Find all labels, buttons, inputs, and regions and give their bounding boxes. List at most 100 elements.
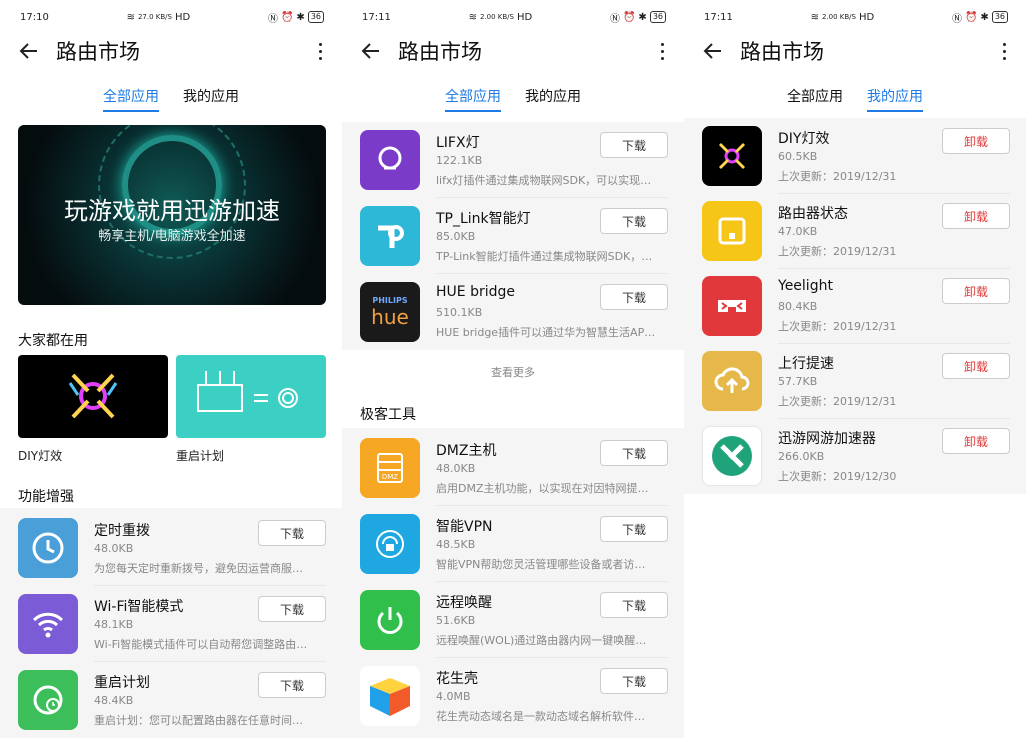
popular-card-diy-light[interactable]: [18, 355, 168, 438]
alarm-icon: ⏰: [964, 11, 978, 23]
list-item[interactable]: 花生壳 4.0MB 花生壳动态域名是一款动态域名解析软件… 下载: [342, 658, 684, 734]
tab-all-apps[interactable]: 全部应用: [787, 86, 843, 112]
more-options-button[interactable]: [310, 34, 330, 68]
list-item[interactable]: 重启计划 48.4KB 重启计划：您可以配置路由器在任意时间… 下载: [0, 662, 342, 738]
back-button[interactable]: [696, 34, 730, 68]
list-item[interactable]: LIFX灯 122.1KB lifx灯插件通过集成物联网SDK，可以实现… 下载: [342, 122, 684, 198]
bluetooth-icon: ✱: [296, 11, 305, 23]
philips-logo-text: PHILIPS: [372, 295, 408, 305]
restart-clock-icon: [18, 670, 78, 730]
list-item[interactable]: DMZ DMZ主机 48.0KB 启用DMZ主机功能，以实现在对因特网提… 下载: [342, 430, 684, 506]
tab-bar: 全部应用 我的应用: [684, 86, 1026, 112]
list-item[interactable]: 智能VPN 48.5KB 智能VPN帮助您灵活管理哪些设备或者访… 下载: [342, 506, 684, 582]
app-name: LIFX灯: [436, 135, 480, 151]
diy-light-icon: [68, 373, 118, 419]
more-options-button[interactable]: [652, 34, 672, 68]
cloud-upload-icon: [702, 351, 762, 411]
app-bar: 路由市场: [12, 34, 330, 68]
list-item[interactable]: 远程唤醒 51.6KB 远程唤醒(WOL)通过路由器内网一键唤醒… 下载: [342, 582, 684, 658]
status-hd: HD: [516, 11, 533, 23]
app-name: 定时重拨: [94, 523, 150, 539]
tab-all-apps[interactable]: 全部应用: [103, 86, 159, 112]
status-speed: 2.00 KB/S: [821, 13, 856, 21]
download-button[interactable]: 下载: [600, 668, 668, 694]
wifi-icon: ≋: [468, 11, 477, 23]
yeelight-icon: [702, 276, 762, 336]
last-updated: 上次更新：2019/12/31: [778, 245, 897, 258]
screen-all-apps-1: 17:10 ≋ 27.0 KB/S HD Ⓝ ⏰ ✱ 36 路由市场 全部应用 …: [0, 0, 342, 738]
tab-all-apps[interactable]: 全部应用: [445, 86, 501, 112]
list-item[interactable]: 迅游网游加速器 266.0KB 上次更新：2019/12/30 卸载: [684, 418, 1026, 494]
download-button[interactable]: 下载: [600, 284, 668, 310]
list-item[interactable]: 路由器状态 47.0KB 上次更新：2019/12/31 卸载: [684, 193, 1026, 269]
section-heading-features: 功能增强: [18, 489, 74, 505]
tab-my-apps[interactable]: 我的应用: [183, 86, 239, 112]
vpn-icon: [360, 514, 420, 574]
more-options-button[interactable]: [994, 34, 1014, 68]
list-item[interactable]: 上行提速 57.7KB 上次更新：2019/12/31 卸载: [684, 343, 1026, 419]
last-updated: 上次更新：2019/12/31: [778, 170, 897, 183]
download-button[interactable]: 下载: [600, 208, 668, 234]
uninstall-button[interactable]: 卸载: [942, 203, 1010, 229]
download-button[interactable]: 下载: [600, 440, 668, 466]
app-name: 远程唤醒: [436, 595, 492, 611]
status-time: 17:11: [362, 11, 391, 23]
download-button[interactable]: 下载: [258, 672, 326, 698]
clock-icon: [18, 518, 78, 578]
router-restart-icon: [197, 371, 298, 412]
status-time: 17:10: [20, 11, 49, 23]
download-button[interactable]: 下载: [258, 520, 326, 546]
popular-card-restart-plan[interactable]: [176, 355, 326, 438]
list-item[interactable]: DIY灯效 60.5KB 上次更新：2019/12/31 卸载: [684, 118, 1026, 194]
app-size: 4.0MB: [436, 690, 471, 703]
tab-bar: 全部应用 我的应用: [342, 86, 684, 112]
uninstall-button[interactable]: 卸载: [942, 278, 1010, 304]
back-button[interactable]: [12, 34, 46, 68]
app-name: Wi-Fi智能模式: [94, 599, 184, 615]
tab-my-apps[interactable]: 我的应用: [525, 86, 581, 112]
banner-title: 玩游戏就用迅游加速: [64, 197, 280, 225]
app-name: 上行提速: [778, 356, 834, 372]
app-size: 85.0KB: [436, 230, 476, 243]
list-item[interactable]: 定时重拨 48.0KB 为您每天定时重新拨号，避免因运营商服… 下载: [0, 510, 342, 586]
status-hd: HD: [174, 11, 191, 23]
download-button[interactable]: 下载: [600, 592, 668, 618]
xunyou-icon: [702, 426, 762, 486]
download-button[interactable]: 下载: [258, 596, 326, 622]
app-size: 51.6KB: [436, 614, 476, 627]
uninstall-button[interactable]: 卸载: [942, 353, 1010, 379]
alarm-icon: ⏰: [622, 11, 636, 23]
app-size: 510.1KB: [436, 306, 483, 319]
app-size: 122.1KB: [436, 154, 483, 167]
app-name: 花生壳: [436, 671, 478, 687]
see-more-link[interactable]: 查看更多: [342, 364, 684, 380]
uninstall-button[interactable]: 卸载: [942, 428, 1010, 454]
app-size: 48.5KB: [436, 538, 476, 551]
svg-text:DMZ: DMZ: [382, 473, 398, 481]
battery-indicator: 36: [307, 11, 324, 23]
list-item[interactable]: Yeelight 80.4KB 上次更新：2019/12/31 卸载: [684, 268, 1026, 344]
section-heading-popular: 大家都在用: [18, 333, 88, 349]
status-speed: 2.00 KB/S: [479, 13, 514, 21]
uninstall-button[interactable]: 卸载: [942, 128, 1010, 154]
app-description: 远程唤醒(WOL)通过路由器内网一键唤醒…: [436, 634, 647, 647]
list-item[interactable]: TP_Link智能灯 85.0KB TP-Link智能灯插件通过集成物联网SDK…: [342, 198, 684, 274]
app-name: 路由器状态: [778, 206, 848, 222]
tab-my-apps[interactable]: 我的应用: [867, 86, 923, 112]
philips-hue-icon: PHILIPS hue: [360, 282, 420, 342]
app-size: 48.0KB: [94, 542, 134, 555]
list-item[interactable]: Wi-Fi智能模式 48.1KB Wi-Fi智能模式插件可以自动帮您调整路由… …: [0, 586, 342, 662]
app-size: 57.7KB: [778, 375, 818, 388]
section-heading-geek-tools: 极客工具: [360, 407, 416, 423]
download-button[interactable]: 下载: [600, 516, 668, 542]
app-name: TP_Link智能灯: [436, 211, 531, 227]
app-description: Wi-Fi智能模式插件可以自动帮您调整路由…: [94, 638, 308, 651]
list-item[interactable]: PHILIPS hue HUE bridge 510.1KB HUE bridg…: [342, 274, 684, 350]
promo-banner[interactable]: 玩游戏就用迅游加速 畅享主机/电脑游戏全加速: [18, 125, 326, 305]
download-button[interactable]: 下载: [600, 132, 668, 158]
last-updated: 上次更新：2019/12/31: [778, 395, 897, 408]
wifi-icon: ≋: [810, 11, 819, 23]
popular-card-label: 重启计划: [176, 449, 225, 463]
diy-light-icon: [702, 126, 762, 186]
back-button[interactable]: [354, 34, 388, 68]
